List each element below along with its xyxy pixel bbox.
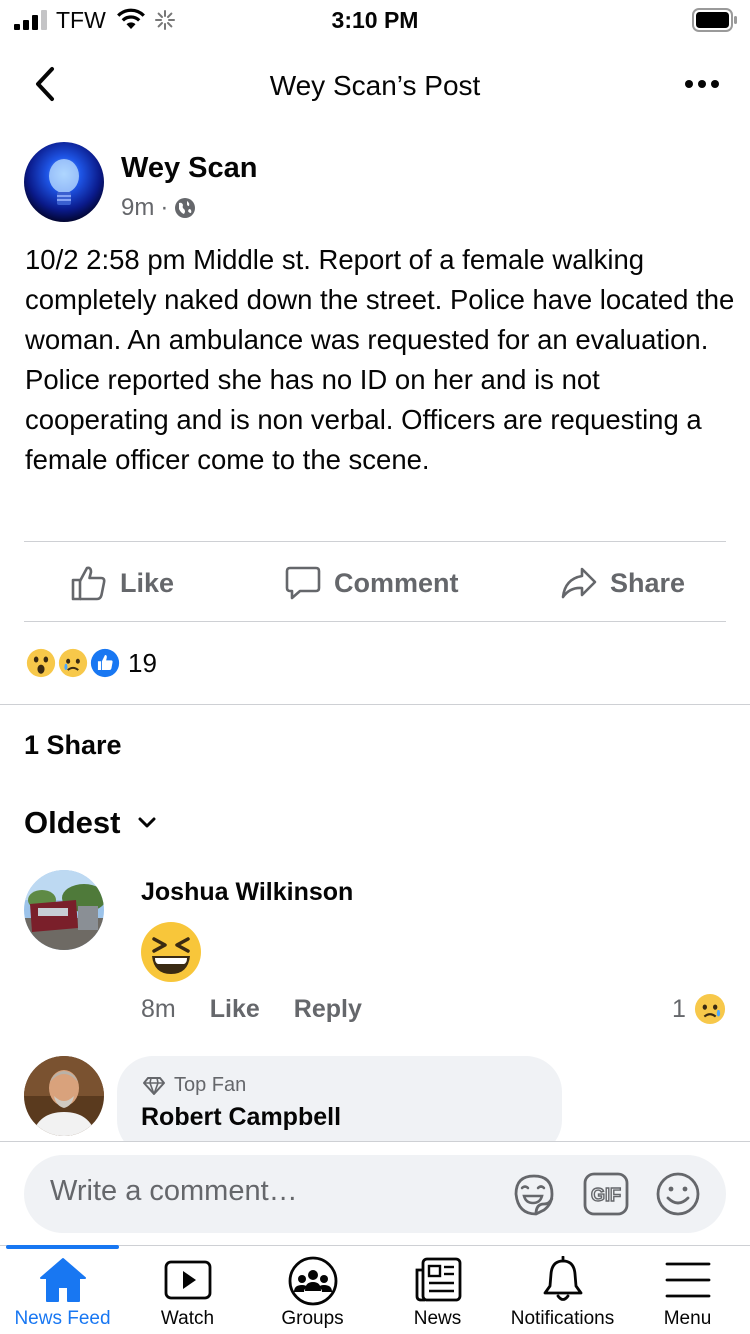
diamond-icon: [143, 1076, 165, 1095]
share-button[interactable]: Share: [560, 561, 685, 605]
share-icon: [561, 567, 597, 599]
tab-label: News Feed: [14, 1308, 111, 1329]
more-icon[interactable]: [684, 72, 720, 96]
comment-icon: [285, 566, 321, 600]
shares-count[interactable]: 1 Share: [24, 730, 122, 761]
comment-sort-dropdown[interactable]: Oldest: [24, 805, 156, 841]
comment-label: Comment: [334, 567, 459, 598]
home-icon: [39, 1258, 86, 1302]
status-bar: TFW 3:10 PM: [0, 0, 750, 40]
like-button[interactable]: Like: [70, 561, 174, 605]
active-tab-indicator: [6, 1245, 119, 1249]
like-reaction-icon: [88, 646, 122, 680]
tab-label: Notifications: [510, 1308, 615, 1329]
chevron-down-icon: [138, 817, 156, 828]
news-icon: [415, 1257, 461, 1302]
post-body: 10/2 2:58 pm Middle st. Report of a fema…: [25, 244, 735, 475]
commenter-name[interactable]: Robert Campbell: [141, 1103, 341, 1132]
comment-reaction-count[interactable]: 1: [672, 995, 686, 1024]
clock: 3:10 PM: [331, 7, 419, 33]
top-fan-label: Top Fan: [174, 1074, 247, 1096]
sad-reaction-icon: [56, 646, 90, 680]
post-author-name[interactable]: Wey Scan: [121, 152, 257, 185]
sort-label: Oldest: [24, 805, 121, 840]
share-label: Share: [610, 567, 686, 598]
emoji-icon[interactable]: [654, 1170, 702, 1218]
tab-notifications[interactable]: Notifications: [500, 1254, 625, 1334]
train-photo-icon: [24, 870, 104, 950]
post-meta: 9m ·: [121, 194, 196, 222]
watch-icon: [164, 1260, 211, 1300]
tab-menu[interactable]: Menu: [625, 1254, 750, 1334]
sticker-icon[interactable]: [510, 1170, 558, 1218]
comment-reply-button[interactable]: Reply: [294, 995, 362, 1024]
tab-label: News: [413, 1308, 462, 1329]
comment-time: 8m: [141, 995, 176, 1023]
menu-icon: [665, 1262, 710, 1298]
tab-label: Menu: [663, 1308, 712, 1329]
tab-news-feed[interactable]: News Feed: [0, 1254, 125, 1334]
tab-groups[interactable]: Groups: [250, 1254, 375, 1334]
comment-like-button[interactable]: Like: [210, 995, 260, 1024]
top-fan-badge: Top Fan: [142, 1074, 246, 1097]
divider: [0, 704, 750, 705]
sad-reaction-icon: [694, 993, 726, 1025]
post-author-avatar[interactable]: [24, 142, 104, 222]
tab-watch[interactable]: Watch: [125, 1254, 250, 1334]
commenter-avatar[interactable]: [24, 870, 104, 950]
comment-actions: 8m Like Reply: [141, 995, 362, 1024]
divider: [24, 621, 726, 622]
comment-button[interactable]: Comment: [284, 561, 459, 605]
comment-placeholder: Write a comment…: [50, 1175, 298, 1207]
reactions-summary[interactable]: [24, 646, 124, 680]
page-title: Wey Scan’s Post: [269, 70, 481, 101]
globe-icon: [175, 198, 196, 218]
wow-reaction-icon: [24, 646, 58, 680]
svg-text:GIF: GIF: [591, 1185, 621, 1205]
commenter-name[interactable]: Joshua Wilkinson: [141, 878, 353, 907]
reaction-count[interactable]: 19: [128, 648, 157, 679]
lightbulb-icon: [24, 142, 104, 222]
post-time: 9m: [121, 194, 155, 221]
tab-label: Groups: [281, 1308, 344, 1329]
thumbs-up-icon: [71, 566, 106, 601]
battery-icon: [692, 8, 737, 32]
bell-icon: [543, 1256, 582, 1301]
tab-label: Watch: [160, 1308, 215, 1329]
tab-news[interactable]: News: [375, 1254, 500, 1334]
like-label: Like: [120, 567, 175, 598]
laughing-squint-emoji: [141, 922, 201, 982]
divider: [24, 541, 726, 542]
groups-icon: [288, 1256, 337, 1306]
gif-icon[interactable]: GIF: [582, 1170, 630, 1218]
meta-separator: ·: [160, 194, 169, 221]
person-photo-icon: [24, 1056, 104, 1136]
commenter-avatar[interactable]: [24, 1056, 104, 1136]
